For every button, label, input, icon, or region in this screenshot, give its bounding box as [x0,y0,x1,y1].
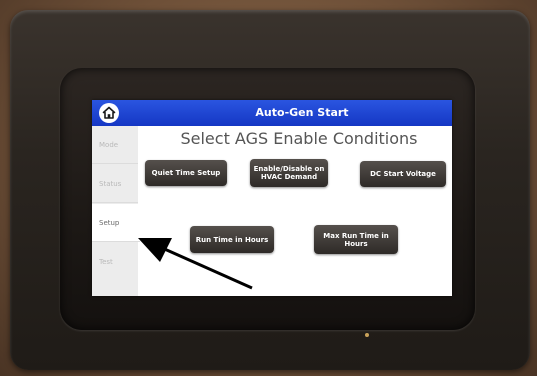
arrow-pointer [138,238,253,290]
